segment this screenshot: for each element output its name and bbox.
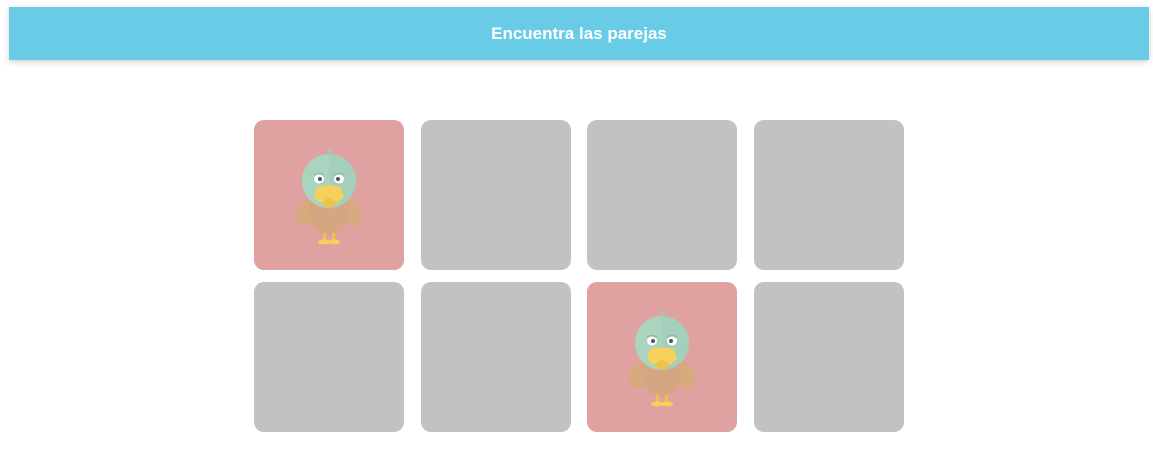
memory-card-2[interactable] bbox=[420, 120, 571, 270]
duck-icon bbox=[629, 308, 695, 407]
game-header: Encuentra las parejas bbox=[9, 7, 1149, 60]
memory-card-5[interactable] bbox=[254, 282, 404, 432]
memory-card-1[interactable] bbox=[254, 120, 404, 270]
page-title: Encuentra las parejas bbox=[491, 23, 667, 43]
memory-card-4[interactable] bbox=[753, 120, 904, 270]
memory-card-8[interactable] bbox=[753, 282, 904, 432]
duck-icon bbox=[296, 146, 362, 245]
memory-board bbox=[254, 120, 904, 432]
memory-card-3[interactable] bbox=[587, 120, 738, 270]
memory-card-6[interactable] bbox=[420, 282, 571, 432]
memory-card-7[interactable] bbox=[587, 282, 738, 432]
